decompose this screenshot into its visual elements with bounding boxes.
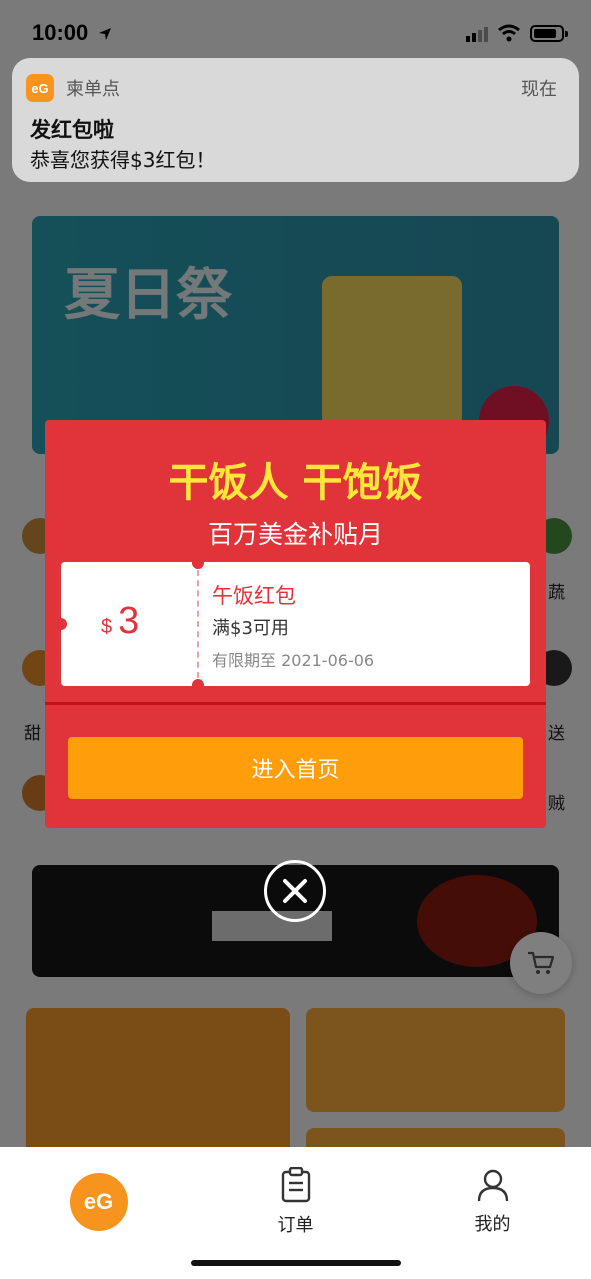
modal-subtitle: 百万美金补贴月 (207, 520, 383, 549)
coupon-card: $3 午饭红包 满$3可用 有限期至 2021-06-06 (55, 557, 530, 691)
coupon-currency: $ (101, 616, 113, 638)
tab-mine-label: 我的 (474, 1214, 511, 1235)
modal-headline: 干饭人 干饱饭 (168, 460, 423, 506)
modal-divider (45, 702, 546, 705)
tab-orders-label: 订单 (277, 1215, 314, 1236)
app-icon: eG (26, 74, 54, 102)
notification-time: 现在 (521, 79, 557, 100)
coupon-amount: $3 (101, 600, 139, 643)
notification-body: 恭喜您获得$3红包！ (30, 148, 216, 172)
coupon-notch (55, 618, 67, 630)
tab-mine[interactable]: 我的 (394, 1147, 591, 1257)
coupon-condition: 满$3可用 (212, 618, 289, 639)
notification-title: 发红包啦 (30, 118, 114, 142)
tab-home[interactable]: eG (0, 1147, 197, 1257)
home-logo-icon: eG (69, 1173, 128, 1231)
tab-orders[interactable]: 订单 (197, 1147, 394, 1257)
red-envelope-modal: 干饭人 干饱饭 百万美金补贴月 $3 午饭红包 满$3可用 有限期至 2021-… (45, 420, 546, 828)
home-indicator[interactable] (191, 1260, 401, 1266)
coupon-expiry: 有限期至 2021-06-06 (212, 651, 375, 670)
go-home-button[interactable]: 进入首页 (68, 737, 523, 799)
notification-app-name: 柬单点 (66, 79, 120, 100)
coupon-divider (197, 570, 199, 678)
coupon-value: 3 (118, 600, 140, 642)
close-modal-button[interactable] (264, 860, 326, 922)
coupon-divider-dot (192, 557, 204, 569)
orders-clipboard-icon (281, 1167, 310, 1203)
close-icon (283, 879, 307, 903)
push-notification[interactable]: eG 柬单点 现在 发红包啦 恭喜您获得$3红包！ (12, 58, 579, 182)
coupon-divider-dot (192, 679, 204, 691)
user-profile-icon (477, 1169, 508, 1202)
coupon-name: 午饭红包 (212, 584, 296, 608)
